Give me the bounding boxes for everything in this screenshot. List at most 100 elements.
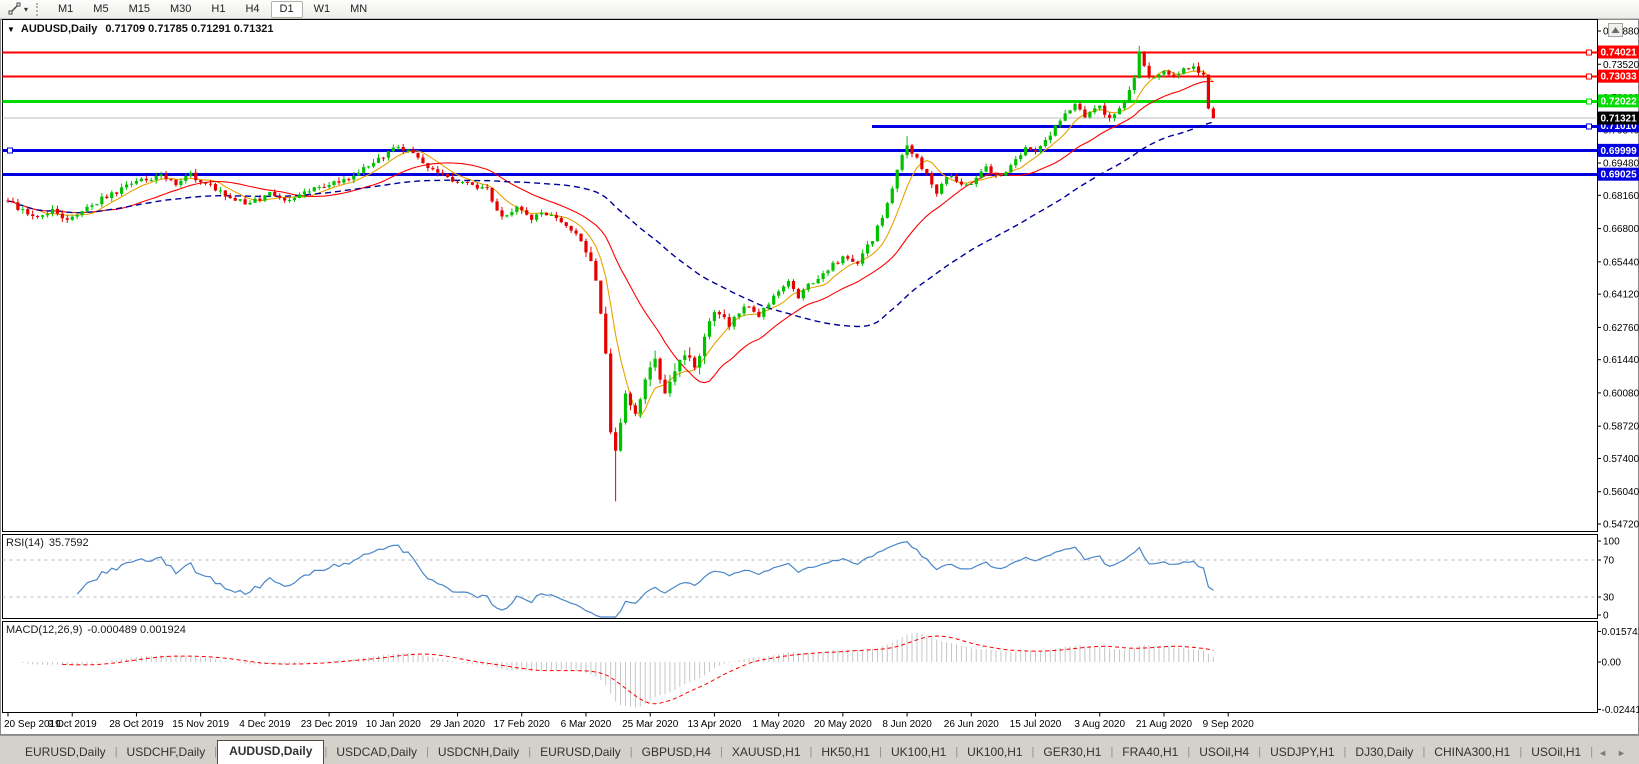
svg-text:0.60080: 0.60080 bbox=[1603, 388, 1639, 399]
timeframe-button-m1[interactable]: M1 bbox=[49, 1, 82, 18]
svg-text:15 Nov 2019: 15 Nov 2019 bbox=[172, 719, 229, 730]
svg-text:0.65440: 0.65440 bbox=[1603, 257, 1639, 268]
macd-panel bbox=[2, 621, 1598, 713]
symbol-tab-usoil-h1[interactable]: USOil,H1 bbox=[1522, 742, 1590, 764]
svg-text:0.54720: 0.54720 bbox=[1603, 520, 1639, 531]
svg-text:-0.024412: -0.024412 bbox=[1602, 705, 1639, 716]
symbol-tabbar: EURUSD,Daily | USDCHF,Daily | AUDUSD,Daily | U… bbox=[0, 735, 1639, 764]
svg-text:30: 30 bbox=[1603, 593, 1615, 604]
svg-text:0.61440: 0.61440 bbox=[1603, 355, 1639, 366]
main-chart-panel bbox=[2, 19, 1598, 532]
svg-text:0.69025: 0.69025 bbox=[1601, 170, 1638, 181]
svg-text:17 Feb 2020: 17 Feb 2020 bbox=[494, 719, 551, 730]
symbol-tab-gbpusd-h4[interactable]: GBPUSD,H4 bbox=[633, 742, 720, 764]
tabs-scroll-right-icon[interactable]: ► bbox=[1612, 748, 1631, 764]
svg-text:0: 0 bbox=[1603, 611, 1609, 622]
svg-text:0.73033: 0.73033 bbox=[1601, 72, 1638, 83]
line-handle bbox=[1586, 73, 1592, 80]
dropdown-arrow-icon[interactable]: ▾ bbox=[24, 5, 28, 14]
symbol-tab-hk50-h1[interactable]: HK50,H1 bbox=[812, 742, 879, 764]
rsi-indicator-label: RSI(14) 35.7592 bbox=[6, 537, 89, 549]
symbol-tab-uk100-h1[interactable]: UK100,H1 bbox=[958, 742, 1031, 764]
svg-text:26 Jun 2020: 26 Jun 2020 bbox=[944, 719, 999, 730]
symbol-tab-eurusd-daily[interactable]: EURUSD,Daily bbox=[531, 742, 630, 764]
svg-text:0.74021: 0.74021 bbox=[1601, 48, 1638, 59]
timeframe-button-h1[interactable]: H1 bbox=[202, 1, 234, 18]
symbol-tab-usdjpy-h1[interactable]: USDJPY,H1 bbox=[1261, 742, 1343, 764]
svg-text:10 Jan 2020: 10 Jan 2020 bbox=[366, 719, 421, 730]
tabs-scroll-left-icon[interactable]: ◄ bbox=[1593, 748, 1612, 764]
rsi-panel bbox=[2, 534, 1598, 619]
timeframe-button-m15[interactable]: M15 bbox=[120, 1, 159, 18]
svg-text:0.73520: 0.73520 bbox=[1603, 60, 1639, 71]
symbol-tab-china300-h1[interactable]: CHINA300,H1 bbox=[1425, 742, 1519, 764]
symbol-tab-usdcnh-daily[interactable]: USDCNH,Daily bbox=[429, 742, 528, 764]
svg-text:3 Aug 2020: 3 Aug 2020 bbox=[1074, 719, 1125, 730]
svg-text:0.015741: 0.015741 bbox=[1602, 627, 1639, 638]
timeframe-button-d1[interactable]: D1 bbox=[270, 0, 303, 18]
toolbar: ▾ M1 M5 M15 M30 H1 H4 D1 W1 MN bbox=[0, 0, 1639, 19]
svg-text:1 May 2020: 1 May 2020 bbox=[753, 719, 806, 730]
svg-text:13 Apr 2020: 13 Apr 2020 bbox=[687, 719, 741, 730]
timeframe-button-m5[interactable]: M5 bbox=[84, 1, 117, 18]
timeframe-button-m30[interactable]: M30 bbox=[161, 1, 200, 18]
svg-text:20 May 2020: 20 May 2020 bbox=[814, 719, 872, 730]
svg-text:28 Oct 2019: 28 Oct 2019 bbox=[109, 719, 164, 730]
chart-canvas[interactable]: 0.748800.735200.721600.708400.694800.681… bbox=[0, 0, 1639, 736]
macd-name: MACD(12,26,9) bbox=[6, 624, 83, 636]
line-tool-glyph bbox=[8, 2, 21, 15]
line-handle bbox=[1586, 98, 1592, 105]
svg-text:23 Dec 2019: 23 Dec 2019 bbox=[301, 719, 358, 730]
svg-text:0.72022: 0.72022 bbox=[1601, 96, 1638, 107]
timeframe-button-w1[interactable]: W1 bbox=[305, 1, 340, 18]
svg-text:0.57400: 0.57400 bbox=[1603, 454, 1639, 465]
svg-text:0.00: 0.00 bbox=[1602, 658, 1622, 669]
symbol-tab-dj30-daily[interactable]: DJ30,Daily bbox=[1346, 742, 1422, 764]
symbol-tab-usdcad-daily[interactable]: USDCAD,Daily bbox=[327, 742, 426, 764]
svg-text:15 Jul 2020: 15 Jul 2020 bbox=[1010, 719, 1062, 730]
chart-ohlc-values: 0.71709 0.71785 0.71291 0.71321 bbox=[105, 23, 274, 35]
svg-text:9 Sep 2020: 9 Sep 2020 bbox=[1203, 719, 1255, 730]
timeframe-button-h4[interactable]: H4 bbox=[236, 1, 268, 18]
svg-text:0.66800: 0.66800 bbox=[1603, 224, 1639, 235]
symbol-tab-fra40-h1[interactable]: FRA40,H1 bbox=[1113, 742, 1187, 764]
svg-text:29 Jan 2020: 29 Jan 2020 bbox=[430, 719, 485, 730]
line-handle bbox=[1586, 49, 1592, 56]
svg-text:4 Dec 2019: 4 Dec 2019 bbox=[239, 719, 291, 730]
line-tool-icon[interactable]: ▾ bbox=[4, 1, 32, 18]
symbol-tab-eurusd-daily[interactable]: EURUSD,Daily bbox=[16, 742, 115, 764]
symbol-tab-uk100-h1[interactable]: UK100,H1 bbox=[882, 742, 955, 764]
toolbar-grip bbox=[36, 2, 41, 16]
svg-text:0.62760: 0.62760 bbox=[1603, 323, 1639, 334]
svg-text:25 Mar 2020: 25 Mar 2020 bbox=[622, 719, 679, 730]
svg-text:21 Aug 2020: 21 Aug 2020 bbox=[1136, 719, 1193, 730]
line-handle bbox=[1586, 123, 1592, 130]
svg-text:100: 100 bbox=[1603, 537, 1620, 548]
symbol-tab-xauusd-h1[interactable]: XAUUSD,H1 bbox=[723, 742, 810, 764]
trading-app-window: ▾ M1M5M15M30H1H4D1W1MN 0.748800.735200.7… bbox=[0, 0, 1639, 764]
macd-indicator-label: MACD(12,26,9) -0.000489 0.001924 bbox=[6, 624, 186, 636]
svg-text:9 Oct 2019: 9 Oct 2019 bbox=[48, 719, 97, 730]
symbol-tab-audusd-daily[interactable]: AUDUSD,Daily bbox=[217, 740, 325, 764]
svg-text:0.71321: 0.71321 bbox=[1601, 114, 1638, 125]
chart-title: ▼ AUDUSD,Daily 0.71709 0.71785 0.71291 0… bbox=[7, 23, 274, 35]
line-handle bbox=[7, 147, 13, 154]
svg-text:0.69999: 0.69999 bbox=[1601, 146, 1638, 157]
symbol-tab-usoil-h4[interactable]: USOil,H4 bbox=[1190, 742, 1258, 764]
svg-text:0.58720: 0.58720 bbox=[1603, 422, 1639, 433]
timeframe-button-mn[interactable]: MN bbox=[341, 1, 376, 18]
svg-text:8 Jun 2020: 8 Jun 2020 bbox=[882, 719, 932, 730]
svg-text:70: 70 bbox=[1603, 556, 1615, 567]
symbol-tab-usdchf-daily[interactable]: USDCHF,Daily bbox=[118, 742, 215, 764]
svg-text:0.64120: 0.64120 bbox=[1603, 290, 1639, 301]
svg-text:0.68160: 0.68160 bbox=[1603, 191, 1639, 202]
rsi-value: 35.7592 bbox=[48, 537, 89, 549]
rsi-name: RSI(14) bbox=[6, 537, 44, 549]
chart-symbol-period: AUDUSD,Daily bbox=[20, 23, 98, 35]
macd-values: -0.000489 0.001924 bbox=[87, 624, 186, 636]
svg-text:0.56040: 0.56040 bbox=[1603, 487, 1639, 498]
timeframe-buttons: M1 M5 M15 M30 H1 H4 D1 W1 MN bbox=[48, 0, 377, 18]
svg-text:6 Mar 2020: 6 Mar 2020 bbox=[561, 719, 612, 730]
symbol-dropdown-icon[interactable]: ▼ bbox=[7, 25, 15, 34]
symbol-tab-ger30-h1[interactable]: GER30,H1 bbox=[1034, 742, 1110, 764]
